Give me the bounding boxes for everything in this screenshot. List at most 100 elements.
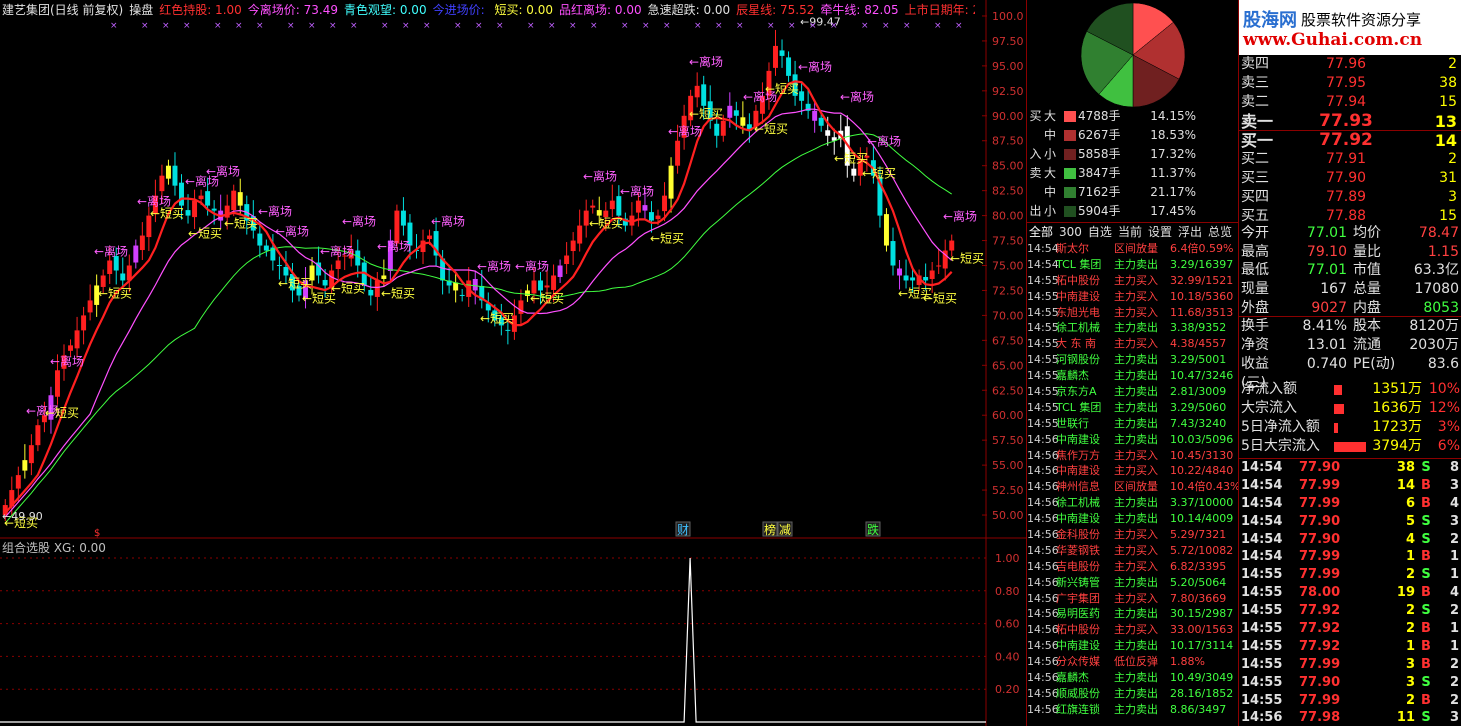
- radar-value: 5.29/7321: [1170, 528, 1227, 542]
- tick-list[interactable]: 14:54 77.90 38 S 8 14:54 77.99 14 B 3 14:54 77.99 6 B…: [1239, 458, 1461, 726]
- candle-body: [87, 300, 93, 313]
- radar-row[interactable]: 14:56 焦作万方 主力买入 10.45/3130: [1027, 448, 1239, 464]
- candle-body: [773, 45, 778, 68]
- radar-row[interactable]: 14:56 中南建设 主力卖出 10.14/4009: [1027, 511, 1239, 527]
- candle-body: [883, 214, 889, 246]
- marker-row: × × × × × × × × × × × × × × × × × × × × × × × × × × × × × × × × × × × ×: [110, 21, 963, 31]
- tick-row: 14:55 77.90 3 S 2: [1239, 674, 1461, 692]
- radar-row[interactable]: 14:56 中南建设 主力卖出 10.03/5096: [1027, 432, 1239, 448]
- radar-value: 5.72/10082: [1170, 543, 1234, 557]
- radar-value: 3.37/10000: [1170, 496, 1234, 510]
- stat-label: 市值: [1353, 262, 1381, 279]
- xg-signal-line: [0, 557, 986, 723]
- radar-row[interactable]: 14:55 徐工机械 主力卖出 3.38/9352: [1027, 320, 1239, 336]
- radar-row[interactable]: 14:56 红旗连锁 主力卖出 8.86/3497: [1027, 702, 1239, 718]
- indicator-item: 今离场价: 73.49: [247, 3, 338, 17]
- candle-body: [616, 196, 622, 216]
- candle-body: [120, 273, 126, 281]
- event-markers: 财 榜减 跌: [675, 521, 881, 537]
- radar-tab[interactable]: 当前: [1118, 223, 1142, 240]
- radar-type: 主力卖出: [1114, 496, 1158, 510]
- stat-label: 现量: [1241, 281, 1269, 298]
- radar-row[interactable]: 14:56 广宇集团 主力买入 7.80/3669: [1027, 591, 1239, 607]
- flow-size-label: 小: [1044, 147, 1057, 161]
- candle-body: [28, 445, 34, 464]
- radar-row[interactable]: 14:54 斯太尔 区间放量 6.4倍0.59%: [1027, 241, 1239, 257]
- marker-x: ×: [214, 21, 222, 31]
- radar-tab[interactable]: 浮出: [1178, 223, 1202, 240]
- stat-value: 2030万: [1409, 337, 1459, 354]
- radar-row[interactable]: 14:56 易明医药 主力卖出 30.15/2987: [1027, 606, 1239, 622]
- radar-time: 14:56: [1027, 686, 1059, 700]
- radar-row[interactable]: 14:56 顺威股份 主力卖出 28.16/1852: [1027, 686, 1239, 702]
- radar-time: 14:56: [1027, 655, 1059, 669]
- order-price: 77.91: [1325, 151, 1367, 167]
- radar-row[interactable]: 14:55 河钢股份 主力卖出 3.29/5001: [1027, 352, 1239, 368]
- radar-row[interactable]: 14:56 神州信息 区间放量 10.4倍0.43%: [1027, 479, 1239, 495]
- radar-row[interactable]: 14:55 TCL 集团 主力卖出 3.29/5060: [1027, 400, 1239, 416]
- radar-row[interactable]: 14:54 TCL 集团 主力卖出 3.29/16397: [1027, 257, 1239, 273]
- candle-body: [577, 225, 583, 244]
- radar-row[interactable]: 14:56 中南建设 主力买入 10.22/4840: [1027, 463, 1239, 479]
- radar-row[interactable]: 14:56 吉电股份 主力买入 6.82/3395: [1027, 559, 1239, 575]
- y-tick-label: 87.50: [992, 135, 1024, 148]
- fund-value: 1723万: [1372, 419, 1422, 435]
- tick-direction: B: [1421, 656, 1431, 672]
- sell-signal-label: ←离场: [620, 184, 654, 199]
- tick-time: 14:55: [1241, 603, 1283, 619]
- fund-label: 5日大宗流入: [1241, 438, 1320, 454]
- price-chart[interactable]: 100.0 97.50 95.00 92.50 90.00 87.50 85.00 82.50…: [0, 0, 1026, 726]
- radar-row[interactable]: 14:55 柘中股份 主力买入 32.99/1521: [1027, 273, 1239, 289]
- candle-body: [179, 182, 184, 206]
- radar-row[interactable]: 14:55 京东方A 主力卖出 2.81/3009: [1027, 384, 1239, 400]
- radar-row[interactable]: 14:56 华菱钢铁 主力买入 5.72/10082: [1027, 543, 1239, 559]
- radar-row[interactable]: 14:56 柘中股份 主力买入 33.00/1563: [1027, 622, 1239, 638]
- tick-volume: 4: [1405, 531, 1415, 547]
- radar-value: 10.14/4009: [1170, 512, 1234, 526]
- radar-tab[interactable]: 自选: [1088, 223, 1112, 240]
- radar-stock: 易明医药: [1056, 607, 1100, 621]
- radar-row[interactable]: 14:56 分众传媒 低位反弹 1.88%: [1027, 654, 1239, 670]
- buy-signal-label: ←短买: [331, 281, 365, 295]
- radar-row[interactable]: 14:56 徐工机械 主力卖出 3.37/10000: [1027, 495, 1239, 511]
- radar-tab[interactable]: 全部: [1029, 223, 1053, 240]
- radar-tab[interactable]: 总览: [1208, 223, 1232, 240]
- tick-direction: S: [1421, 710, 1431, 726]
- radar-value: 1.88%: [1170, 655, 1205, 669]
- order-price: 77.93: [1319, 111, 1373, 131]
- flow-volume: 7162手: [1078, 185, 1121, 199]
- radar-tab[interactable]: 300: [1059, 223, 1082, 240]
- stat-value: 8120万: [1409, 318, 1459, 335]
- radar-row[interactable]: 14:56 中南建设 主力卖出 10.17/3114: [1027, 638, 1239, 654]
- radar-tab[interactable]: 设置: [1148, 223, 1172, 240]
- radar-row[interactable]: 14:55 世联行 主力卖出 7.43/3240: [1027, 416, 1239, 432]
- tick-price: 77.99: [1299, 692, 1341, 708]
- low-label: ←49.90: [2, 510, 43, 523]
- candle-body: [257, 233, 263, 246]
- radar-row[interactable]: 14:56 嘉麟杰 主力卖出 10.49/3049: [1027, 670, 1239, 686]
- radar-type: 主力卖出: [1114, 607, 1158, 621]
- buy-signal-label: ←短买: [923, 291, 957, 305]
- order-level-label: 卖二: [1241, 94, 1269, 110]
- radar-value: 10.22/4840: [1170, 464, 1234, 478]
- stat-value: 9027: [1311, 299, 1347, 316]
- flow-row: 卖大 3847手 11.37%: [1027, 164, 1239, 183]
- indicator-name[interactable]: 操盘: [129, 3, 153, 17]
- flow-percent: 21.17%: [1150, 185, 1196, 199]
- stock-title[interactable]: 建艺集团(日线 前复权): [2, 3, 123, 17]
- radar-row[interactable]: 14:55 大 东 南 主力买入 4.38/4557: [1027, 336, 1239, 352]
- tick-count: 3: [1449, 477, 1459, 493]
- radar-row[interactable]: 14:56 新兴铸管 主力卖出 5.20/5064: [1027, 575, 1239, 591]
- radar-row[interactable]: 14:56 金科股份 主力买入 5.29/7321: [1027, 527, 1239, 543]
- radar-type: 主力买入: [1114, 559, 1158, 573]
- radar-row[interactable]: 14:55 嘉麟杰 主力卖出 10.47/3246: [1027, 368, 1239, 384]
- order-volume: 31: [1439, 170, 1457, 186]
- sub-y-label: 0.80: [995, 585, 1020, 598]
- stock-stats: 今开 77.01 均价 78.47 最高 79.10 量比 1.15 最低 77.01 市值 63.3…: [1239, 224, 1461, 391]
- radar-row[interactable]: 14:55 东旭光电 主力买入 11.68/3513: [1027, 305, 1239, 321]
- stat-label: PE(动): [1353, 355, 1396, 372]
- indicator-item: 今进场价:: [432, 3, 489, 17]
- order-level-label: 买二: [1241, 151, 1269, 167]
- radar-row[interactable]: 14:55 中南建设 主力买入 10.18/5360: [1027, 289, 1239, 305]
- flow-volume: 3847手: [1078, 166, 1121, 180]
